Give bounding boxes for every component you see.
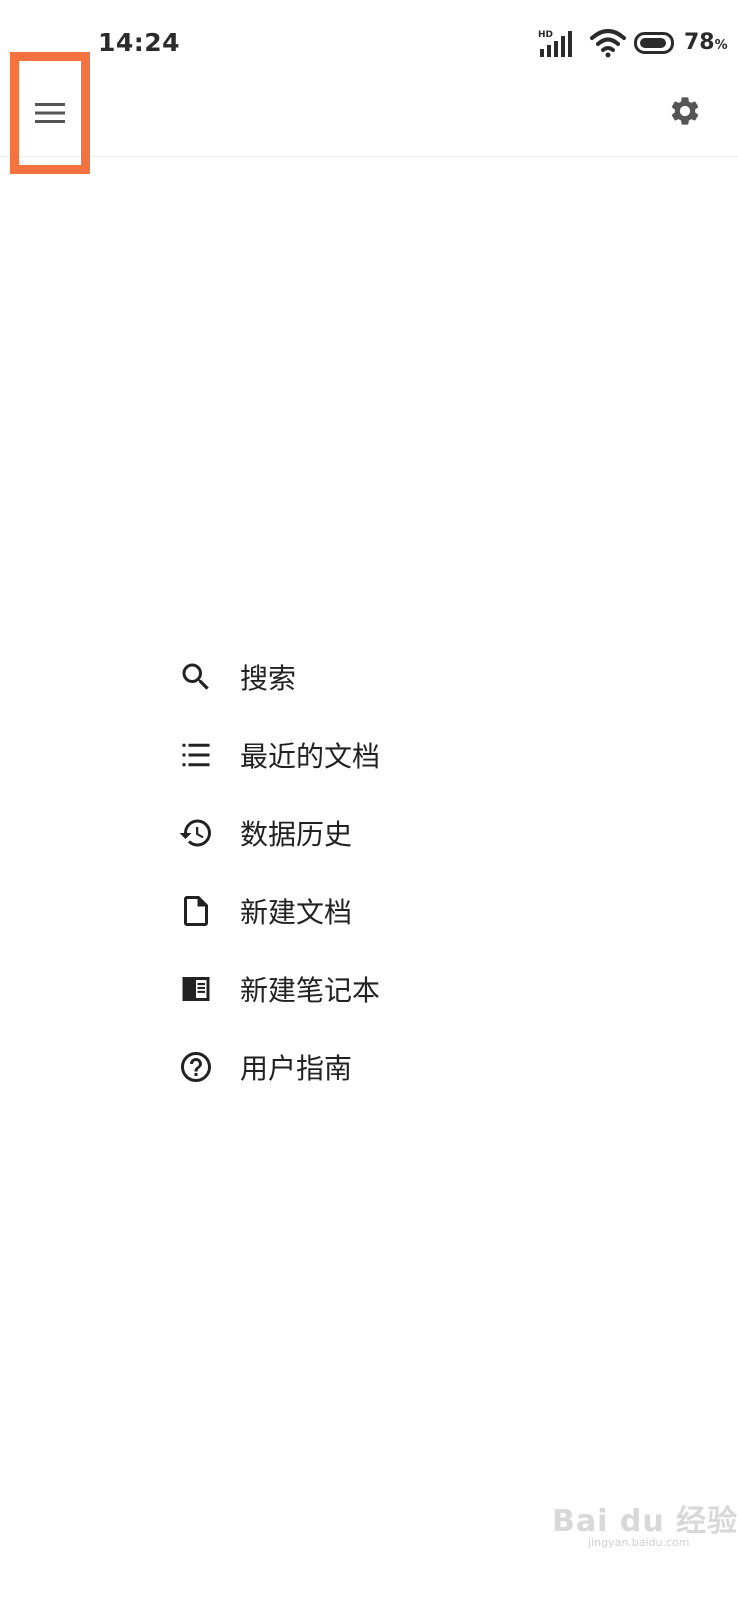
hamburger-menu-icon xyxy=(35,103,65,123)
menu-item-data-history[interactable]: 数据历史 xyxy=(176,794,596,872)
menu-item-new-notebook[interactable]: 新建笔记本 xyxy=(176,950,596,1028)
menu-item-label: 数据历史 xyxy=(240,818,353,851)
menu-item-label: 新建笔记本 xyxy=(240,974,381,1007)
gear-icon[interactable] xyxy=(668,94,702,128)
network-type-label: HD xyxy=(538,30,553,40)
menu-button[interactable] xyxy=(10,52,90,174)
search-icon xyxy=(176,657,216,697)
notebook-icon xyxy=(176,969,216,1009)
menu-item-recent-documents[interactable]: 最近的文档 xyxy=(176,716,596,794)
cellular-signal-icon: HD xyxy=(538,30,572,57)
baidu-watermark: Bai du 经验 jingyan.baidu.com xyxy=(552,1488,737,1549)
status-time: 14:24 xyxy=(98,28,181,57)
menu-item-label: 用户指南 xyxy=(240,1052,353,1085)
menu-item-user-guide[interactable]: 用户指南 xyxy=(176,1028,596,1106)
help-icon xyxy=(176,1047,216,1087)
list-icon xyxy=(176,735,216,775)
document-icon xyxy=(176,891,216,931)
status-bar: 14:24 HD 78% xyxy=(0,0,738,88)
history-icon xyxy=(176,813,216,853)
menu-item-search[interactable]: 搜索 xyxy=(176,638,596,716)
menu-item-label: 最近的文档 xyxy=(240,740,381,773)
watermark-text: Bai du 经验 xyxy=(552,1504,738,1539)
battery-icon xyxy=(634,32,674,54)
menu-item-label: 搜索 xyxy=(240,662,297,695)
drawer-menu: 搜索 最近的文档 数据历史 新建文档 新建笔记本 用户指南 xyxy=(176,638,596,1106)
app-bar xyxy=(0,52,738,174)
battery-value: 78 xyxy=(684,30,715,55)
battery-percentage: 78% xyxy=(684,30,728,55)
wifi-icon xyxy=(590,29,626,58)
menu-item-label: 新建文档 xyxy=(240,896,353,929)
battery-unit: % xyxy=(714,38,728,53)
menu-item-new-document[interactable]: 新建文档 xyxy=(176,872,596,950)
watermark-url: jingyan.baidu.com xyxy=(588,1536,690,1549)
